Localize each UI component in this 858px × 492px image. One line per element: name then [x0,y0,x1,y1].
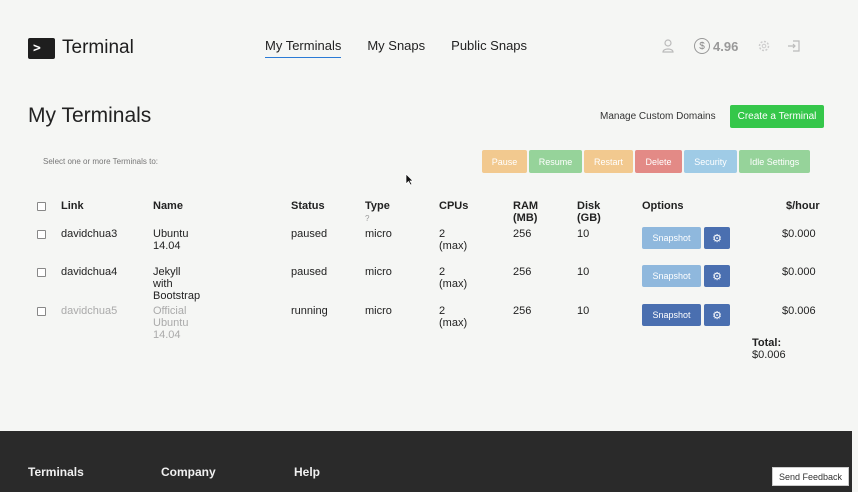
main-nav: My Terminals My Snaps Public Snaps [265,38,553,58]
terminal-ram: 256 [513,266,532,278]
restart-button[interactable]: Restart [584,150,633,173]
pause-button[interactable]: Pause [482,150,527,173]
terminal-status: paused [291,228,328,240]
total-row: Total: $0.006 [752,337,786,361]
footer-terminals: Terminals [28,465,84,479]
terminal-link[interactable]: davidchua4 [61,266,117,278]
total-value: $0.006 [752,349,786,361]
nav-public-snaps[interactable]: Public Snaps [451,38,527,58]
header-link: Link [61,200,84,212]
settings-gear-icon[interactable]: ⚙ [704,227,730,249]
terminal-ram: 256 [513,305,532,317]
terminal-type: micro [365,228,392,240]
header-price: $/hour [786,200,820,212]
terminal-cpus: 2 (max) [439,305,468,329]
row-checkbox[interactable] [37,230,46,239]
snapshot-button[interactable]: Snapshot [642,304,701,326]
header-icons: $ 4.96 [660,38,802,54]
nav-my-snaps[interactable]: My Snaps [367,38,425,58]
bulk-actions: Pause Resume Restart Delete Security Idl… [482,150,812,173]
header-type: Type ? [365,200,390,223]
send-feedback-button[interactable]: Send Feedback [772,467,849,486]
terminal-link[interactable]: davidchua3 [61,228,117,240]
select-hint: Select one or more Terminals to: [43,157,159,166]
select-all-checkbox[interactable] [37,202,46,211]
terminal-name: Ubuntu 14.04 [153,228,189,252]
terminal-status: paused [291,266,328,278]
balance: $ 4.96 [694,38,738,54]
header-cpus: CPUs [439,200,469,212]
terminal-disk: 10 [577,305,590,317]
delete-button[interactable]: Delete [635,150,682,173]
manage-custom-domains-link[interactable]: Manage Custom Domains [600,111,716,122]
terminal-link[interactable]: davidchua5 [61,305,117,317]
idle-settings-button[interactable]: Idle Settings [739,150,810,173]
resume-button[interactable]: Resume [529,150,582,173]
terminal-disk: 10 [577,266,590,278]
create-terminal-button[interactable]: Create a Terminal [730,105,824,128]
footer-company: Company [161,465,216,479]
user-icon[interactable] [660,38,676,54]
footer-help: Help [294,465,321,479]
header-disk: Disk (GB) [577,200,601,224]
mouse-cursor-icon [405,173,414,186]
row-checkbox[interactable] [37,307,46,316]
snapshot-button[interactable]: Snapshot [642,227,701,249]
type-help-icon[interactable]: ? [365,214,369,223]
terminal-type: micro [365,266,392,278]
terminal-price: $0.000 [782,266,816,278]
terminal-type: micro [365,305,392,317]
terminal-logo-icon: > [28,37,55,59]
terminal-price: $0.000 [782,228,816,240]
top-header: > Terminal My Terminals My Snaps Public … [0,0,858,92]
logo-text: Terminal [62,37,134,58]
page-title: My Terminals [28,104,152,127]
gear-icon[interactable] [756,38,772,54]
coin-icon: $ [694,38,710,54]
terminal-cpus: 2 (max) [439,228,468,252]
terminal-disk: 10 [577,228,590,240]
terminal-cpus: 2 (max) [439,266,468,290]
total-label: Total: [752,337,782,349]
terminal-status: running [291,305,328,317]
terminal-price: $0.006 [782,305,816,317]
header-options: Options [642,200,684,212]
terminal-name: Official Ubuntu 14.04 [153,305,189,341]
settings-gear-icon[interactable]: ⚙ [704,304,730,326]
terminal-ram: 256 [513,228,532,240]
terminal-name: Jekyll with Bootstrap [153,266,201,302]
row-checkbox[interactable] [37,268,46,277]
header-status: Status [291,200,325,212]
settings-gear-icon[interactable]: ⚙ [704,265,730,287]
header-name: Name [153,200,183,212]
footer: Terminals Company Help [0,431,852,492]
security-button[interactable]: Security [684,150,737,173]
snapshot-button[interactable]: Snapshot [642,265,701,287]
nav-my-terminals[interactable]: My Terminals [265,38,342,58]
balance-value: 4.96 [713,38,739,54]
logo[interactable]: > Terminal [28,37,134,59]
header-ram: RAM (MB) [513,200,539,224]
logout-icon[interactable] [786,38,802,54]
